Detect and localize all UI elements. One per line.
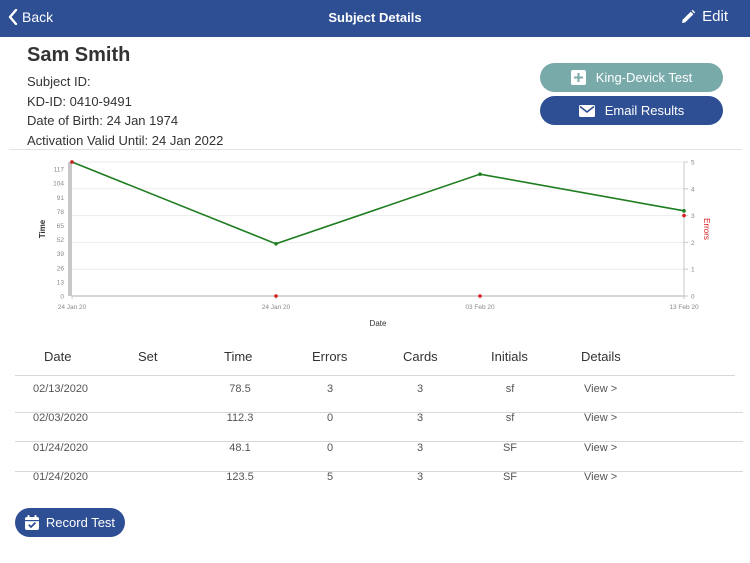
time-errors-chart: 0 13 26 39 52 65 78 91 104 117 0 1 2 3 4 5 24 Jan 20 24 J… bbox=[38, 160, 711, 329]
edit-label: Edit bbox=[702, 8, 728, 25]
record-test-label: Record Test bbox=[45, 515, 116, 530]
y-tick-label: 104 bbox=[53, 181, 64, 188]
y-tick-label: 39 bbox=[57, 251, 65, 258]
header-set: Set bbox=[138, 349, 158, 364]
record-test-button[interactable]: Record Test bbox=[15, 508, 125, 537]
x-tick-label: 24 Jan 20 bbox=[262, 304, 291, 311]
subject-name: Sam Smith bbox=[27, 44, 131, 66]
cell-initials: sf bbox=[505, 383, 515, 395]
header-initials: Initials bbox=[491, 349, 528, 364]
cell-details[interactable]: View > bbox=[584, 471, 644, 483]
kd-id-label: KD-ID: bbox=[27, 93, 66, 109]
errors-data-point bbox=[478, 294, 482, 298]
back-label: Back bbox=[22, 9, 54, 25]
x-tick-label: 24 Jan 20 bbox=[58, 304, 87, 311]
header-date: Date bbox=[44, 349, 72, 364]
chart-axes bbox=[68, 162, 685, 297]
header-time: Time bbox=[224, 349, 253, 364]
chart-grid bbox=[72, 161, 684, 297]
y2-tick-label: 2 bbox=[691, 240, 695, 247]
dob-value: 24 Jan 1974 bbox=[106, 113, 179, 128]
cell-date: 02/03/2020 bbox=[33, 412, 89, 425]
cell-cards: 3 bbox=[416, 470, 424, 483]
time-series-line bbox=[71, 161, 685, 245]
header-errors: Errors bbox=[312, 349, 348, 364]
edit-button[interactable]: Edit bbox=[680, 8, 728, 25]
y2-tick-label: 5 bbox=[691, 160, 695, 167]
nav-bar: Back Subject Details Edit bbox=[0, 0, 750, 37]
chevron-left-icon bbox=[8, 9, 18, 25]
cell-time: 48.1 bbox=[229, 441, 251, 454]
errors-data-point bbox=[70, 160, 74, 164]
activation-label: Activation Valid Until: bbox=[27, 132, 149, 148]
cell-time: 78.5 bbox=[229, 383, 251, 395]
y-axis-label: Time bbox=[38, 219, 47, 238]
y2-axis-label: Errors bbox=[702, 218, 711, 240]
y2-tick-label: 0 bbox=[691, 294, 695, 301]
subject-info: Sam Smith Subject ID: KD-ID: 0410-9491 D… bbox=[27, 44, 223, 150]
plus-square-icon bbox=[570, 70, 586, 85]
time-data-point bbox=[478, 172, 482, 176]
x-axis-label: Date bbox=[370, 319, 387, 328]
cell-time: 112.3 bbox=[226, 412, 254, 425]
cell-date: 01/24/2020 bbox=[33, 470, 89, 483]
dob-label: Date of Birth: bbox=[27, 113, 103, 128]
activation-value: 24 Jan 2022 bbox=[151, 132, 224, 148]
cell-errors: 0 bbox=[326, 441, 334, 454]
y-tick-label: 65 bbox=[57, 223, 65, 230]
kd-id-line: KD-ID: 0410-9491 bbox=[27, 92, 223, 112]
y-tick-label: 13 bbox=[57, 279, 65, 286]
back-button[interactable]: Back bbox=[8, 9, 53, 25]
subject-id-line: Subject ID: bbox=[27, 72, 223, 92]
x-tick-label: 03 Feb 20 bbox=[465, 304, 495, 311]
cell-cards: 3 bbox=[416, 412, 424, 425]
cell-details[interactable]: View > bbox=[584, 383, 644, 395]
envelope-icon bbox=[578, 104, 595, 117]
pencil-icon bbox=[682, 9, 696, 23]
kd-id-value: 0410-9491 bbox=[69, 93, 132, 109]
dob-line: Date of Birth: 24 Jan 1974 bbox=[27, 111, 223, 131]
y-tick-label: 117 bbox=[54, 167, 65, 174]
cell-errors: 3 bbox=[326, 383, 334, 395]
header-details: Details bbox=[581, 349, 621, 364]
header-cards: Cards bbox=[403, 349, 438, 364]
y2-tick-label: 4 bbox=[691, 186, 695, 193]
chart-series bbox=[70, 160, 686, 298]
y-tick-label: 78 bbox=[57, 209, 65, 216]
cell-errors: 0 bbox=[326, 412, 334, 425]
cell-initials: SF bbox=[502, 441, 518, 454]
cell-date: 01/24/2020 bbox=[33, 441, 89, 454]
activation-line: Activation Valid Until: 24 Jan 2022 bbox=[27, 131, 223, 151]
cell-cards: 3 bbox=[416, 441, 424, 454]
time-data-point bbox=[682, 209, 686, 213]
errors-data-point bbox=[682, 213, 686, 218]
subject-id-label: Subject ID: bbox=[27, 74, 91, 89]
y-tick-label: 26 bbox=[57, 265, 65, 272]
cell-initials: sf bbox=[505, 412, 515, 425]
page-title: Subject Details bbox=[328, 10, 422, 25]
calendar-check-icon bbox=[24, 515, 39, 530]
chart-ticks: 0 13 26 39 52 65 78 91 104 117 0 1 2 3 4 5 24 Jan 20 24 J… bbox=[53, 160, 699, 312]
email-results-button[interactable]: Email Results bbox=[540, 96, 723, 125]
y-axis-line bbox=[68, 162, 72, 296]
errors-data-point bbox=[274, 294, 278, 298]
y-tick-label: 0 bbox=[60, 294, 64, 301]
cell-errors: 5 bbox=[326, 470, 334, 483]
y-tick-label: 91 bbox=[57, 195, 65, 202]
y2-tick-label: 1 bbox=[691, 267, 695, 274]
x-tick-label: 13 Feb 20 bbox=[669, 304, 699, 311]
cell-details[interactable]: View > bbox=[584, 412, 644, 424]
cell-time: 123.5 bbox=[226, 470, 254, 483]
y-tick-label: 52 bbox=[57, 237, 65, 244]
y2-tick-label: 3 bbox=[691, 213, 695, 220]
king-devick-test-button[interactable]: King-Devick Test bbox=[540, 63, 723, 92]
cell-details[interactable]: View > bbox=[584, 442, 644, 454]
time-data-point bbox=[274, 242, 278, 246]
header-divider bbox=[15, 375, 735, 376]
cell-initials: SF bbox=[502, 470, 518, 483]
king-devick-test-label: King-Devick Test bbox=[595, 70, 693, 85]
email-results-label: Email Results bbox=[604, 103, 685, 118]
cell-cards: 3 bbox=[416, 383, 424, 395]
cell-date: 02/13/2020 bbox=[33, 383, 89, 395]
